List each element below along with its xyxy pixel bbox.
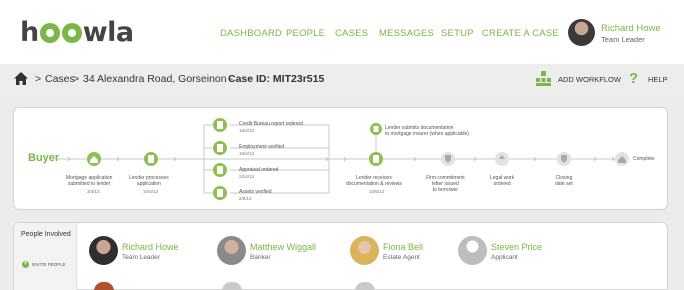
breadcrumb-address: 34 Alexandra Road, Gorseinon -	[83, 73, 234, 85]
avatar	[355, 282, 375, 290]
person-name[interactable]: Fiona Bell	[383, 242, 423, 252]
workflow-step-date: 10/4/13	[143, 189, 159, 194]
add-workflow-icon[interactable]	[536, 71, 551, 86]
workflow-step-date: 3/4/13	[87, 189, 100, 194]
house-step-icon	[87, 152, 101, 166]
workflow-parallel-label: Appraisal ordered	[239, 167, 279, 173]
workflow-parallel-label: Assets verified	[239, 189, 272, 195]
nav-dashboard[interactable]: DASHBOARD	[220, 28, 282, 39]
person-name[interactable]: Steven Price	[491, 242, 542, 252]
document-step-icon	[144, 152, 158, 166]
breadcrumb-cases[interactable]: Cases	[45, 73, 75, 85]
avatar	[217, 236, 246, 265]
home-icon[interactable]	[14, 72, 28, 85]
workflow-step-date: 10/5/13	[369, 189, 385, 194]
person-role: Team Leader	[122, 254, 160, 261]
workflow-step-label: Firm commitment letter issued to borrowe…	[426, 175, 465, 193]
avatar	[458, 236, 487, 265]
workflow-parallel-label: Credit Bureau report ordered	[239, 121, 303, 127]
people-title: People Involved	[21, 231, 71, 238]
nav-cases[interactable]: CASES	[335, 28, 368, 39]
workflow-parallel-date: 18/4/13	[239, 151, 255, 156]
top-header: hoowlahwla DASHBOARD PEOPLE CASES MESSAG…	[0, 0, 684, 64]
nav-create-case[interactable]: CREATE A CASE	[482, 28, 559, 39]
workflow-step-label: Lender receives documentation & reviews	[346, 175, 402, 187]
help-button[interactable]: HELP	[648, 75, 668, 84]
workflow-step-label: Mortgage application submitted to lender	[66, 175, 113, 187]
people-sidebar: People Involved + INVITE PEOPLE	[14, 223, 77, 290]
workflow-parallel-date: 18/4/13	[239, 128, 255, 133]
avatar	[350, 236, 379, 265]
breadcrumb-separator: >	[73, 73, 80, 85]
workflow-party-label: Buyer	[28, 152, 60, 164]
workflow-step-label: Closing date set	[555, 175, 573, 187]
nav-messages[interactable]: MESSAGES	[379, 28, 434, 39]
user-avatar[interactable]	[568, 19, 595, 46]
workflow-panel: Buyer Mortgage application submitted to …	[13, 107, 668, 210]
workflow-parallel-date: 2/5/13	[239, 196, 252, 201]
workflow-step-label: Legal work ordered	[490, 175, 515, 187]
breadcrumb-separator: >	[35, 73, 42, 85]
hoowla-logo[interactable]: hoowlahwla	[20, 18, 134, 48]
avatar	[89, 236, 118, 265]
avatar	[94, 282, 114, 290]
user-name[interactable]: Richard Howe	[601, 23, 661, 34]
invite-plus-icon[interactable]: +	[22, 261, 29, 268]
workflow-parallel-date: 22/4/13	[239, 174, 255, 179]
workflow-step-label: Lender processes application	[129, 175, 169, 187]
workflow-step-label: Complete	[633, 156, 655, 162]
workflow-side-label: Lender submits documentation to mortgage…	[385, 125, 469, 137]
person-name[interactable]: Richard Howe	[122, 242, 179, 252]
add-workflow-button[interactable]: ADD WORKFLOW	[558, 75, 621, 84]
person-name[interactable]: Matthew Wiggall	[250, 242, 316, 252]
workflow-lines	[56, 118, 629, 200]
invite-people-button[interactable]: INVITE PEOPLE	[32, 262, 66, 267]
person-role: Banker	[250, 254, 271, 261]
user-role: Team Leader	[601, 35, 645, 44]
person-role: Applicant	[491, 254, 518, 261]
nav-people[interactable]: PEOPLE	[286, 28, 325, 39]
workflow-parallel-label: Employment verified	[239, 144, 285, 150]
person-role: Estate Agent	[383, 254, 420, 261]
people-panel: People Involved + INVITE PEOPLE Richard …	[13, 222, 668, 290]
help-icon[interactable]: ?	[629, 70, 641, 87]
case-id: Case ID: MIT23r515	[228, 73, 325, 85]
breadcrumb: > Cases > 34 Alexandra Road, Gorseinon -…	[0, 64, 684, 94]
nav-setup[interactable]: SETUP	[441, 28, 474, 39]
avatar	[222, 282, 242, 290]
